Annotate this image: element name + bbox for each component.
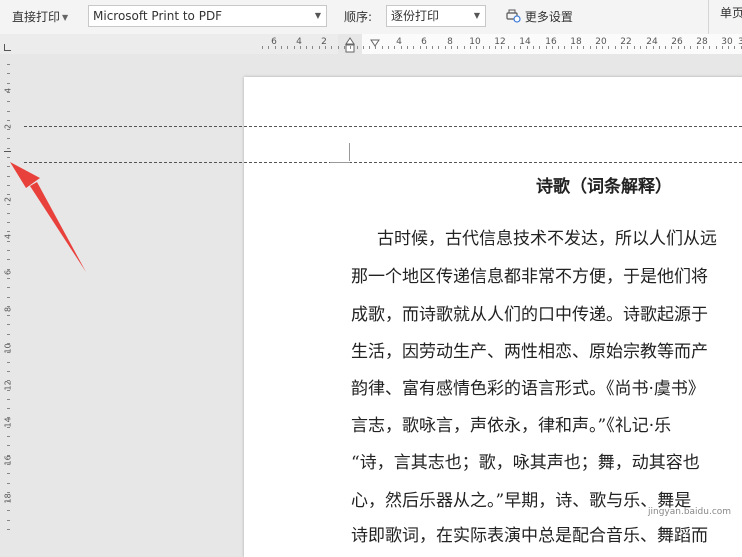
annotation-arrow-icon [10, 162, 86, 272]
